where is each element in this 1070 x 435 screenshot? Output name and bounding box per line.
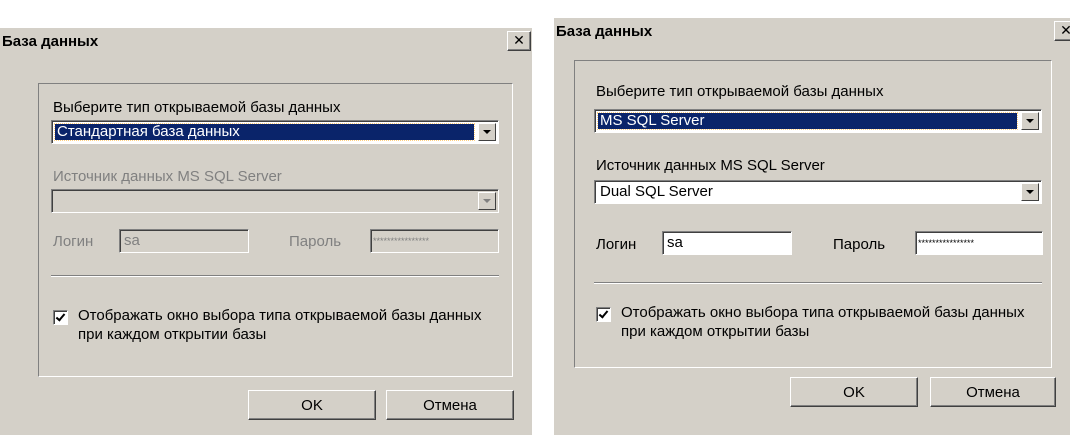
title-bar: База данных ✕ — [554, 18, 1070, 44]
ok-button[interactable]: OK — [790, 377, 918, 407]
show-dialog-checkbox[interactable] — [53, 310, 68, 325]
password-label: Пароль — [833, 236, 886, 253]
password-field[interactable]: **************** — [370, 229, 499, 253]
settings-panel: Выберите тип открываемой базы данных MS … — [574, 60, 1052, 368]
login-field[interactable]: sa — [662, 231, 792, 255]
chevron-down-icon[interactable] — [1021, 183, 1039, 201]
database-dialog-standard: База данных ✕ Выберите тип открываемой б… — [0, 28, 532, 435]
show-dialog-checkbox-label[interactable]: Отображать окно выбора типа открываемой … — [621, 303, 1041, 341]
title-bar: База данных ✕ — [0, 28, 532, 54]
dialog-title: База данных — [2, 32, 99, 50]
chevron-down-icon[interactable] — [1021, 112, 1039, 130]
settings-panel: Выберите тип открываемой базы данных Ста… — [38, 83, 513, 377]
database-dialog-mssql: База данных ✕ Выберите тип открываемой б… — [554, 18, 1070, 435]
dialog-title: База данных — [556, 22, 653, 40]
login-field[interactable]: sa — [119, 229, 249, 253]
cancel-button[interactable]: Отмена — [386, 390, 514, 420]
ok-button[interactable]: OK — [248, 390, 376, 420]
password-field[interactable]: **************** — [915, 231, 1043, 255]
separator — [594, 282, 1042, 284]
separator — [51, 275, 499, 277]
source-value: Dual SQL Server — [600, 184, 713, 200]
db-type-select[interactable]: Стандартная база данных — [51, 120, 499, 144]
chevron-down-icon[interactable] — [478, 123, 496, 141]
db-type-value: MS SQL Server — [597, 112, 1018, 130]
cancel-button[interactable]: Отмена — [930, 377, 1056, 407]
source-label: Источник данных MS SQL Server — [53, 168, 282, 185]
chevron-down-icon[interactable] — [478, 192, 496, 210]
source-select[interactable]: Dual SQL Server — [594, 180, 1042, 204]
login-label: Логин — [53, 233, 94, 250]
db-type-value: Стандартная база данных — [54, 123, 475, 141]
close-button[interactable]: ✕ — [1054, 21, 1070, 41]
show-dialog-checkbox[interactable] — [596, 307, 611, 322]
db-type-label: Выберите тип открываемой базы данных — [53, 99, 341, 116]
db-type-label: Выберите тип открываемой базы данных — [596, 83, 884, 100]
password-label: Пароль — [289, 233, 342, 250]
source-value — [55, 193, 474, 209]
db-type-select[interactable]: MS SQL Server — [594, 109, 1042, 133]
source-select[interactable] — [51, 189, 499, 213]
login-label: Логин — [596, 236, 637, 253]
show-dialog-checkbox-label[interactable]: Отображать окно выбора типа открываемой … — [78, 306, 498, 344]
close-button[interactable]: ✕ — [507, 31, 531, 51]
close-icon: ✕ — [513, 33, 525, 49]
close-icon: ✕ — [1060, 23, 1070, 39]
source-label: Источник данных MS SQL Server — [596, 157, 825, 174]
